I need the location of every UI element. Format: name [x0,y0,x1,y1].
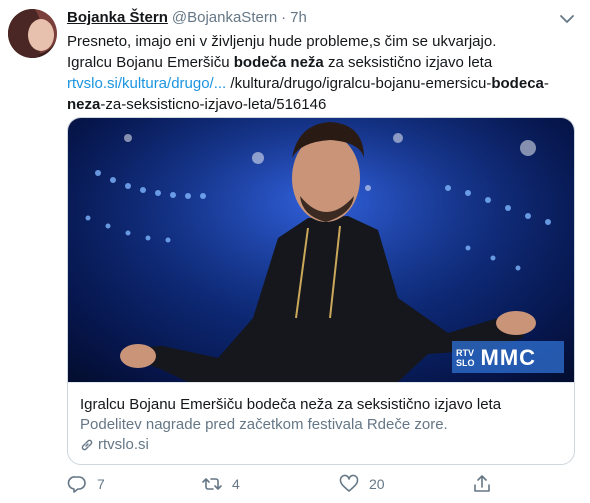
heart-icon [339,474,359,492]
retweet-button[interactable]: 4 [202,474,240,494]
tweet-text-line1: Presneto, imajo eni v življenju hude pro… [67,33,497,50]
author-handle[interactable]: @BojankaStern [172,9,277,26]
share-icon [474,475,490,492]
watermark-slo: SLO [456,358,475,368]
avatar[interactable] [8,9,57,58]
tweet: Bojanka Štern @BojankaStern · 7h Presnet… [0,0,590,503]
watermark-rtv: RTV [456,348,474,358]
card-photo [68,118,574,382]
reply-icon [67,476,86,493]
like-count: 20 [369,476,385,492]
tweet-link[interactable]: rtvslo.si/kultura/drugo/... [67,75,226,92]
card-title[interactable]: Igralcu Bojanu Emeršiču bodeča neža za s… [80,395,564,415]
card-domain-text: rtvslo.si [98,436,149,453]
tweet-text-line2: Igralcu Bojanu Emeršiču bodeča neža za s… [67,54,493,71]
separator-dot: · [281,9,287,26]
tweet-actions: 7 4 20 [67,474,517,496]
card-description: Podelitev nagrade pred začetkom festival… [80,416,448,433]
card-image[interactable]: RTV SLO MMC [68,118,574,382]
link-icon [81,439,93,451]
tweet-text-line3: rtvslo.si/kultura/drugo/... /kultura/dru… [67,75,549,92]
chevron-down-icon[interactable] [558,12,576,26]
card-domain: rtvslo.si [80,435,564,455]
retweet-count: 4 [232,476,240,492]
share-button[interactable] [472,474,492,494]
tweet-text: Presneto, imajo eni v življenju hude pro… [67,31,577,115]
tweet-header: Bojanka Štern @BojankaStern · 7h [67,9,307,29]
tweet-text-line4: neza-za-seksisticno-izjavo-leta/516146 [67,96,327,113]
link-card[interactable]: RTV SLO MMC Igralcu Bojanu Emeršiču bode… [67,117,575,465]
tweet-time[interactable]: 7h [290,9,307,26]
retweet-icon [202,478,222,490]
reply-button[interactable]: 7 [67,474,105,494]
watermark-mmc: MMC [480,345,537,370]
avatar-face [28,19,54,51]
watermark: RTV SLO MMC [456,344,562,372]
reply-count: 7 [97,476,105,492]
like-button[interactable]: 20 [339,474,385,494]
card-text[interactable]: Igralcu Bojanu Emeršiču bodeča neža za s… [68,382,574,464]
author-name[interactable]: Bojanka Štern [67,9,168,26]
